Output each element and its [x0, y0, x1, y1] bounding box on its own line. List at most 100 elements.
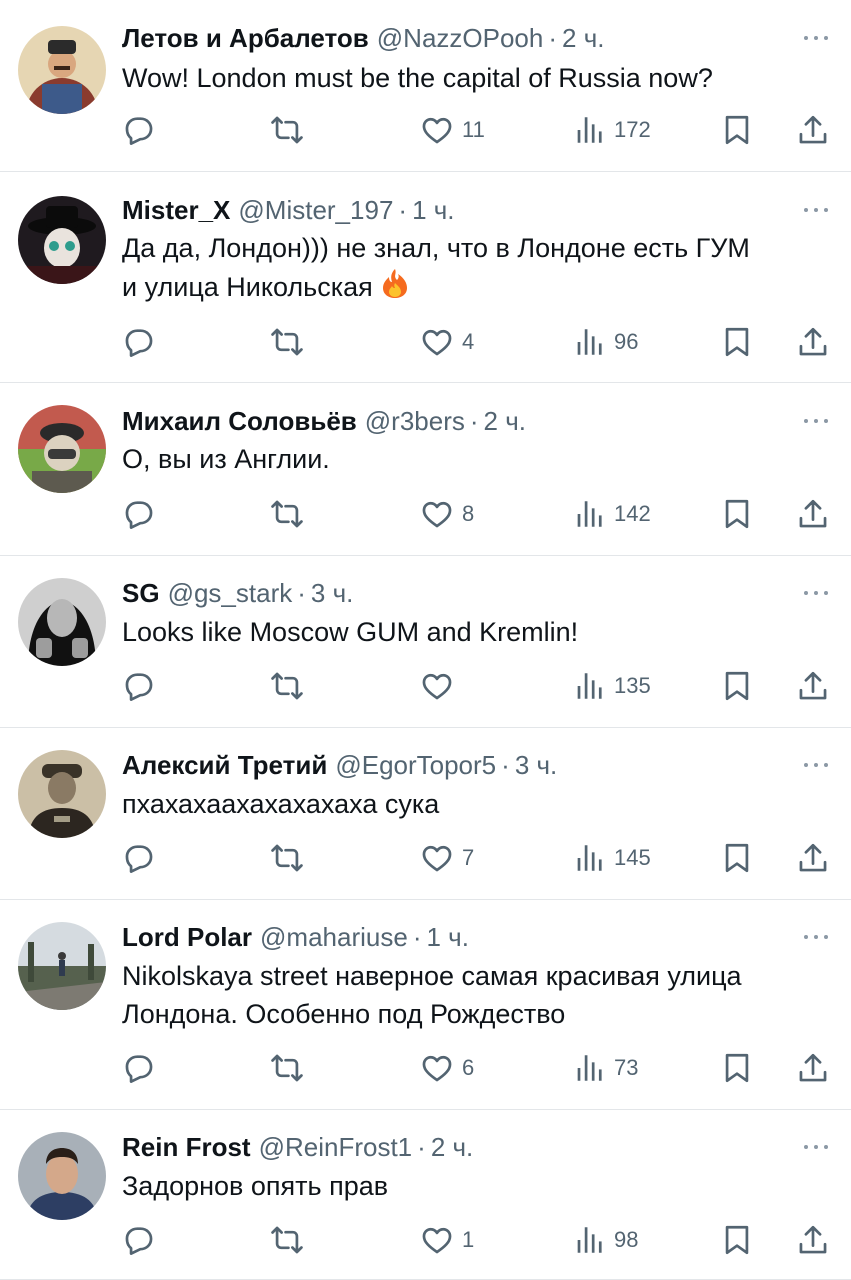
retweet-button[interactable]: [270, 838, 304, 878]
like-button[interactable]: 7: [420, 838, 474, 878]
like-button[interactable]: 8: [420, 494, 474, 534]
timestamp[interactable]: 1 ч.: [426, 922, 468, 953]
retweet-button[interactable]: [270, 494, 304, 534]
like-button[interactable]: 4: [420, 322, 474, 362]
heart-icon: [420, 325, 454, 359]
share-button[interactable]: [796, 666, 830, 706]
bookmark-button[interactable]: [720, 494, 754, 534]
timestamp[interactable]: 1 ч.: [412, 195, 454, 226]
tweet-header: Lord Polar @mahariuse · 1 ч.: [122, 919, 791, 955]
views-button[interactable]: 135: [572, 666, 651, 706]
username[interactable]: @ReinFrost1: [259, 1132, 413, 1163]
avatar-vintage-officer[interactable]: [18, 750, 106, 838]
bookmark-icon: [720, 841, 754, 875]
share-icon: [796, 1051, 830, 1085]
retweet-icon: [270, 1051, 304, 1085]
views-button[interactable]: 142: [572, 494, 651, 534]
display-name[interactable]: Rein Frost: [122, 1132, 251, 1163]
views-button[interactable]: 98: [572, 1220, 638, 1260]
retweet-button[interactable]: [270, 666, 304, 706]
like-button[interactable]: [420, 666, 454, 706]
display-name[interactable]: Летов и Арбалетов: [122, 23, 369, 54]
like-button[interactable]: 6: [420, 1048, 474, 1088]
reply-icon: [122, 1051, 156, 1085]
reply-button[interactable]: [122, 1048, 156, 1088]
timestamp[interactable]: 2 ч.: [431, 1132, 473, 1163]
timestamp[interactable]: 2 ч.: [562, 23, 604, 54]
avatar-hat-mask[interactable]: [18, 196, 106, 284]
views-button[interactable]: 172: [572, 110, 651, 150]
tweet-text: Да да, Лондон))) не знал, что в Лондоне …: [122, 229, 821, 309]
reply-button[interactable]: [122, 110, 156, 150]
share-button[interactable]: [796, 838, 830, 878]
retweet-button[interactable]: [270, 322, 304, 362]
display-name[interactable]: Lord Polar: [122, 922, 252, 953]
share-button[interactable]: [796, 1048, 830, 1088]
like-count: 4: [462, 329, 475, 354]
more-options-icon[interactable]: [801, 927, 831, 947]
bookmark-button[interactable]: [720, 322, 754, 362]
views-button[interactable]: 96: [572, 322, 638, 362]
retweet-button[interactable]: [270, 1220, 304, 1260]
heart-icon: [420, 669, 454, 703]
reply-icon: [122, 497, 156, 531]
tweet[interactable]: Lord Polar @mahariuse · 1 ч. Nikolskaya …: [0, 900, 851, 1110]
separator: ·: [412, 921, 422, 952]
username[interactable]: @NazzOPooh: [377, 23, 544, 54]
avatar-cossack[interactable]: [18, 26, 106, 114]
timestamp[interactable]: 3 ч.: [515, 750, 557, 781]
bookmark-icon: [720, 325, 754, 359]
username[interactable]: @Mister_197: [238, 195, 393, 226]
display-name[interactable]: SG: [122, 578, 160, 609]
views-button[interactable]: 73: [572, 1048, 638, 1088]
more-options-icon[interactable]: [801, 1137, 831, 1157]
share-button[interactable]: [796, 1220, 830, 1260]
more-options-icon[interactable]: [801, 200, 831, 220]
more-options-icon[interactable]: [801, 411, 831, 431]
more-options-icon[interactable]: [801, 28, 831, 48]
username[interactable]: @EgorTopor5: [335, 750, 496, 781]
like-button[interactable]: 1: [420, 1220, 474, 1260]
tweet-header: Михаил Соловьёв @r3bers · 2 ч.: [122, 403, 791, 439]
bookmark-button[interactable]: [720, 1220, 754, 1260]
tweet[interactable]: Алексий Третий @EgorTopor5 · 3 ч. пхахах…: [0, 728, 851, 900]
reply-button[interactable]: [122, 666, 156, 706]
username[interactable]: @gs_stark: [168, 578, 293, 609]
bookmark-button[interactable]: [720, 110, 754, 150]
avatar-runner[interactable]: [18, 922, 106, 1010]
more-options-icon[interactable]: [801, 583, 831, 603]
views-button[interactable]: 145: [572, 838, 651, 878]
tweet-actions: 11 172: [0, 110, 851, 150]
more-options-icon[interactable]: [801, 755, 831, 775]
tweet[interactable]: SG @gs_stark · 3 ч. Looks like Moscow GU…: [0, 556, 851, 728]
tweet[interactable]: Летов и Арбалетов @NazzOPooh · 2 ч. Wow!…: [0, 0, 851, 172]
tweet-text-line: Looks like Moscow GUM and Kremlin!: [122, 617, 579, 647]
bookmark-button[interactable]: [720, 1048, 754, 1088]
reply-button[interactable]: [122, 322, 156, 362]
retweet-button[interactable]: [270, 110, 304, 150]
share-button[interactable]: [796, 494, 830, 534]
avatar-man[interactable]: [18, 1132, 106, 1220]
display-name[interactable]: Михаил Соловьёв: [122, 406, 357, 437]
heart-icon: [420, 497, 454, 531]
timestamp[interactable]: 3 ч.: [311, 578, 353, 609]
avatar-statue[interactable]: [18, 578, 106, 666]
username[interactable]: @mahariuse: [260, 922, 408, 953]
display-name[interactable]: Алексий Третий: [122, 750, 327, 781]
retweet-button[interactable]: [270, 1048, 304, 1088]
like-button[interactable]: 11: [420, 110, 485, 150]
reply-button[interactable]: [122, 1220, 156, 1260]
share-button[interactable]: [796, 110, 830, 150]
display-name[interactable]: Mister_X: [122, 195, 230, 226]
avatar-soldier[interactable]: [18, 405, 106, 493]
reply-button[interactable]: [122, 494, 156, 534]
username[interactable]: @r3bers: [365, 406, 465, 437]
reply-button[interactable]: [122, 838, 156, 878]
share-button[interactable]: [796, 322, 830, 362]
tweet[interactable]: Mister_X @Mister_197 · 1 ч. Да да, Лондо…: [0, 172, 851, 383]
tweet[interactable]: Михаил Соловьёв @r3bers · 2 ч. О, вы из …: [0, 383, 851, 556]
timestamp[interactable]: 2 ч.: [484, 406, 526, 437]
bookmark-button[interactable]: [720, 838, 754, 878]
tweet[interactable]: Rein Frost @ReinFrost1 · 2 ч. Задорнов о…: [0, 1110, 851, 1280]
bookmark-button[interactable]: [720, 666, 754, 706]
